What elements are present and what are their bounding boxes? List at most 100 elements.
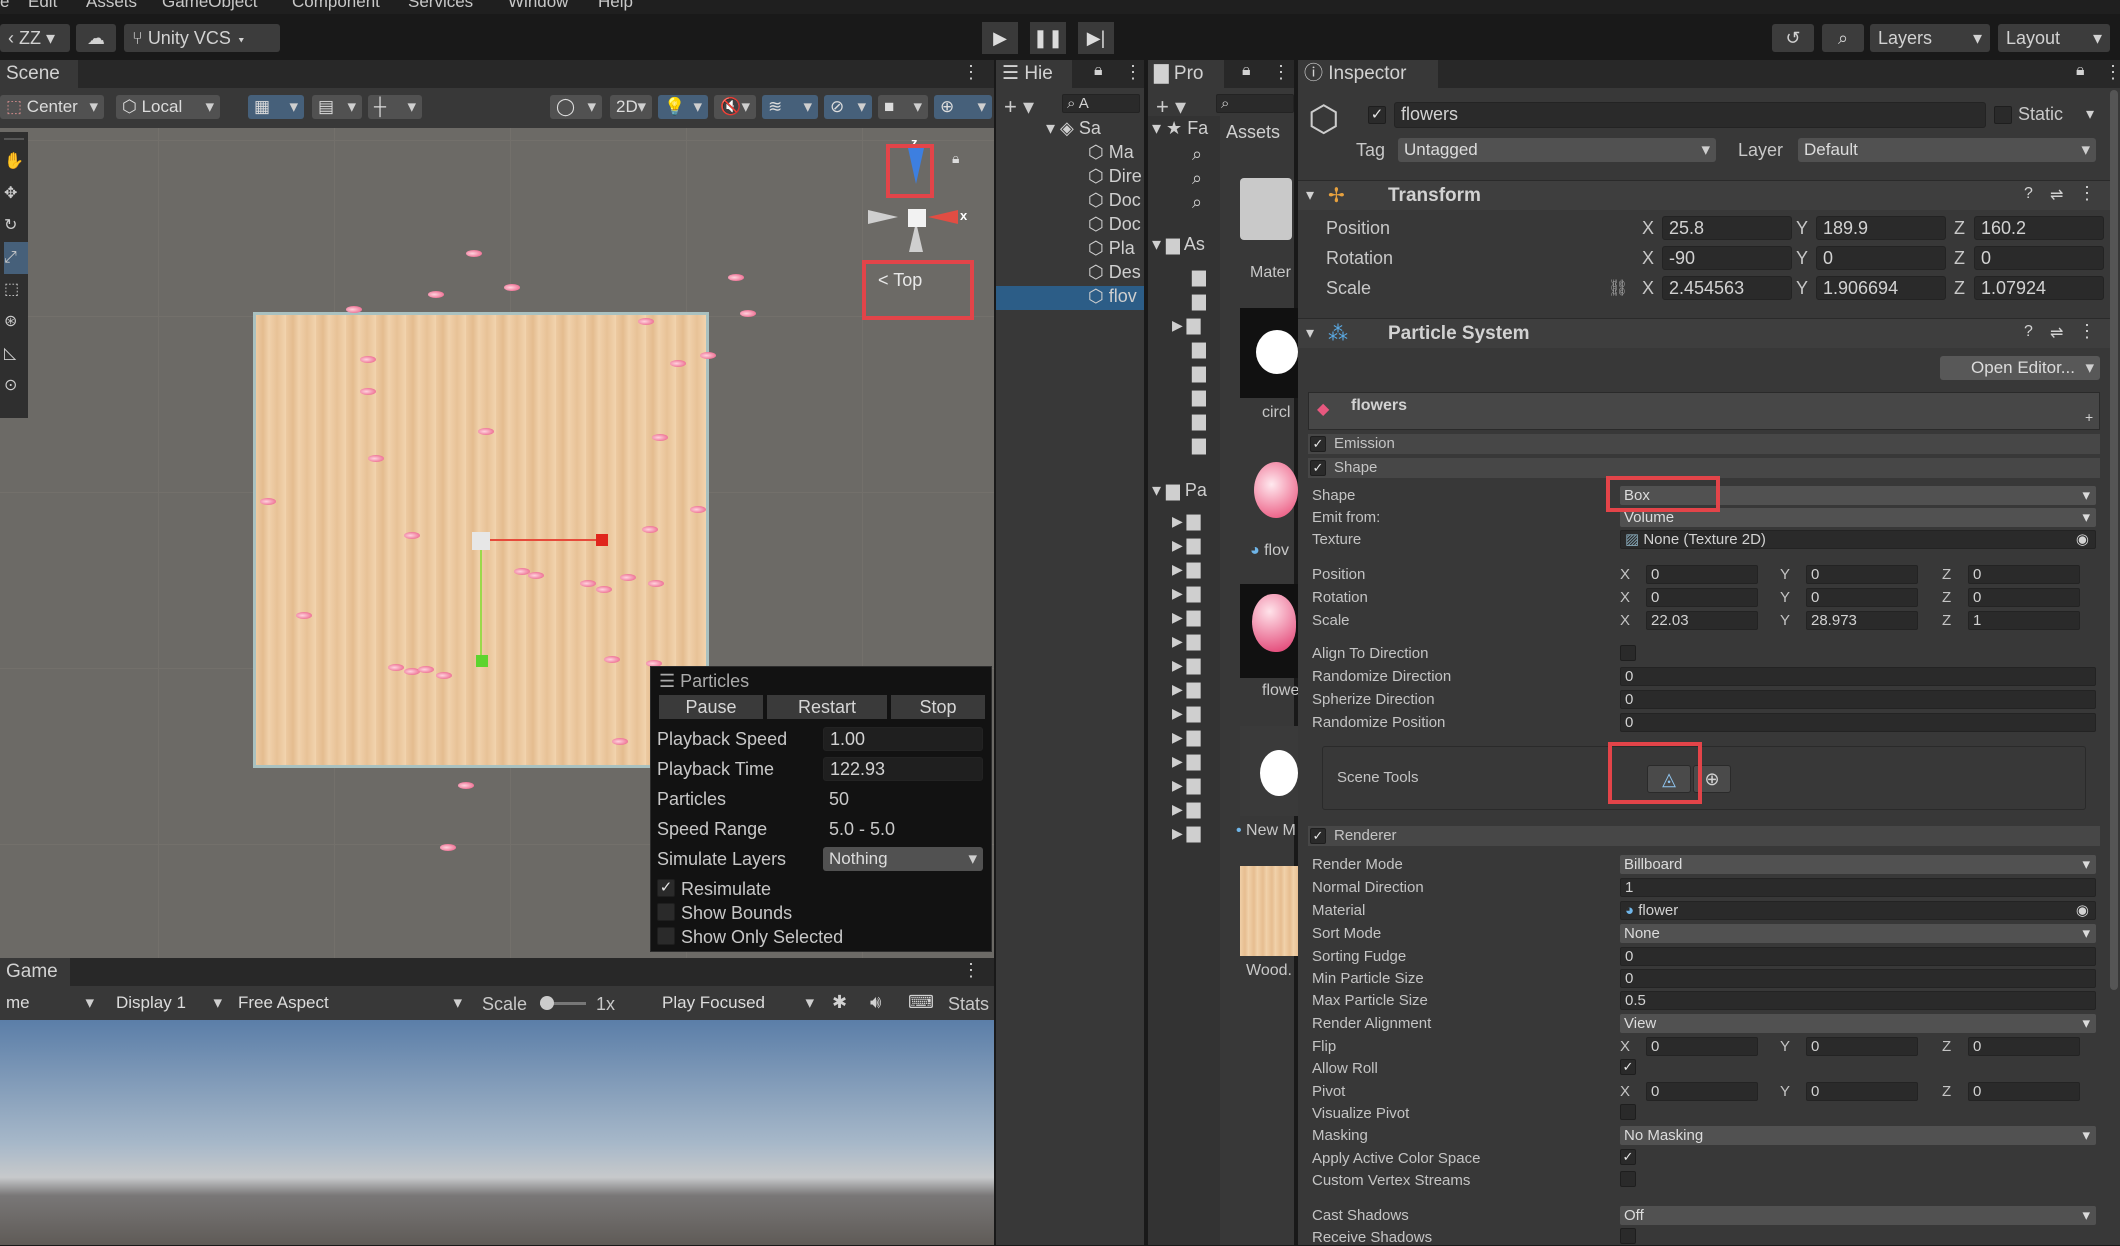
more-icon[interactable]: ⋮ <box>1272 62 1290 83</box>
expand-icon[interactable]: ▾ <box>1306 185 1314 205</box>
tab-inspector[interactable]: ⓘ Inspector <box>1298 60 1438 88</box>
audio-button[interactable]: 🔇 <box>714 95 756 119</box>
camera-dropdown[interactable]: ■ <box>878 95 928 119</box>
ruler-dropdown[interactable]: ┼ <box>368 95 422 119</box>
asset-name[interactable]: flowe <box>1262 682 1299 700</box>
constrain-link-icon[interactable]: ⛓ <box>1608 278 1628 298</box>
axis-x-field[interactable]: 0 <box>1646 1082 1758 1101</box>
wood-texture-thumb[interactable] <box>1240 866 1298 956</box>
gizmo-center-cube[interactable] <box>908 209 926 227</box>
render-mode-dropdown[interactable]: Billboard <box>1620 855 2096 874</box>
expand-icon[interactable]: ▾ <box>1152 480 1166 500</box>
folder-row[interactable]: ▶ ▆ <box>1172 774 1201 795</box>
allow-roll-checkbox[interactable]: ✓ <box>1620 1059 1636 1075</box>
axis-z-field[interactable]: 0 <box>1968 588 2080 607</box>
folder-row[interactable]: ▶ ▆ <box>1172 726 1201 747</box>
renderer-module-header[interactable]: ✓ Renderer <box>1308 826 2100 846</box>
align-direction-checkbox[interactable] <box>1620 645 1636 661</box>
folder-row[interactable]: ▆ <box>1192 386 1206 407</box>
object-name-field[interactable]: flowers <box>1394 102 1986 128</box>
visualize-pivot-checkbox[interactable] <box>1620 1104 1636 1120</box>
expand-icon[interactable]: ▶ <box>1172 317 1187 333</box>
emission-checkbox[interactable]: ✓ <box>1310 436 1326 452</box>
custom-tool-icon[interactable]: ◺ <box>4 338 28 370</box>
object-picker-icon[interactable]: ◉ <box>2076 902 2089 919</box>
x-axis-handle[interactable] <box>482 539 600 541</box>
menu-window[interactable]: Window <box>508 0 568 12</box>
y-axis-cap[interactable] <box>476 655 488 667</box>
more-icon[interactable]: ⋮ <box>1124 62 1142 83</box>
x-axis-cap[interactable] <box>596 534 608 546</box>
axis-z-field[interactable]: 1 <box>1968 611 2080 630</box>
hierarchy-item[interactable]: ⬡ Des <box>1088 262 1141 283</box>
show-only-selected-checkbox[interactable] <box>657 927 675 945</box>
grid-snap-dropdown[interactable]: ▦ <box>248 95 304 119</box>
new-material-thumb[interactable] <box>1240 726 1298 816</box>
folder-row[interactable]: ▶ ▆ <box>1172 798 1201 819</box>
folder-row[interactable]: ▶ ▆ <box>1172 702 1201 723</box>
display-dropdown[interactable]: Display 1 <box>110 991 228 1015</box>
transform-header[interactable]: ▾ ✢ Transform ? ⇌ ⋮ <box>1298 180 2110 210</box>
expand-icon[interactable]: ▶ <box>1172 513 1187 529</box>
gizmos-dropdown[interactable]: ⊕ <box>934 95 992 119</box>
gameobject-icon[interactable]: ⬡ <box>1308 98 1339 140</box>
expand-icon[interactable]: ▾ <box>1152 234 1166 254</box>
effects-dropdown[interactable]: ≋ <box>762 95 818 119</box>
menu-edit[interactable]: Edit <box>28 0 57 12</box>
favorites-row[interactable]: ▾ ★ Fa <box>1152 118 1208 139</box>
hidden-objects-button[interactable]: ⊘ <box>824 95 872 119</box>
center-handle[interactable] <box>472 532 490 550</box>
playback-speed-field[interactable]: 1.00 <box>823 727 983 751</box>
expand-icon[interactable]: ▶ <box>1172 825 1187 841</box>
static-checkbox[interactable] <box>1994 106 2012 124</box>
normal-direction-field[interactable]: 1 <box>1620 878 2096 897</box>
account-dropdown[interactable]: ‹ ZZ ▾ <box>0 24 70 52</box>
system-main-module[interactable]: ◆ flowers + <box>1308 392 2100 430</box>
axis-y-field[interactable]: 0 <box>1816 246 1946 270</box>
expand-icon[interactable]: ▶ <box>1172 753 1187 769</box>
folder-row[interactable]: ▆ <box>1192 266 1206 287</box>
tab-game[interactable]: Game <box>0 958 70 986</box>
pause-button[interactable]: ❚❚ <box>1030 22 1066 54</box>
search-button[interactable]: ⌕ <box>1822 24 1864 52</box>
masking-dropdown[interactable]: No Masking <box>1620 1126 2096 1145</box>
assets-root-row[interactable]: ▾ ▆ As <box>1152 234 1205 255</box>
folder-row[interactable]: ▶ ▆ <box>1172 750 1201 771</box>
axis-x-field[interactable]: 0 <box>1646 588 1758 607</box>
menu-gameobject[interactable]: GameObject <box>162 0 257 12</box>
mode-2d-button[interactable]: 2D <box>610 95 652 119</box>
axis-z-field[interactable]: 0 <box>1968 1082 2080 1101</box>
lock-icon[interactable]: 🔒︎ <box>1242 62 1251 80</box>
snap-increment-dropdown[interactable]: ▤ <box>312 95 362 119</box>
cast-shadows-dropdown[interactable]: Off <box>1620 1206 2096 1225</box>
search-icon[interactable]: ⌕ <box>1192 144 1202 165</box>
more-icon[interactable]: ⋮ <box>2078 321 2096 342</box>
expand-icon[interactable]: ▶ <box>1172 633 1187 649</box>
help-icon[interactable]: ? <box>2024 185 2033 203</box>
menu-component[interactable]: Component <box>292 0 380 12</box>
menu-edit-cut[interactable]: e <box>0 0 9 12</box>
presets-icon[interactable]: ⇌ <box>2050 185 2063 205</box>
drag-handle-icon[interactable]: ☰ <box>659 671 680 691</box>
particles-stop-button[interactable]: Stop <box>891 695 985 719</box>
circle-texture-thumb[interactable] <box>1240 308 1298 398</box>
axis-x-field[interactable]: -90 <box>1662 246 1792 270</box>
neg-x-cone[interactable] <box>868 210 898 224</box>
search-icon[interactable]: ⌕ <box>1192 168 1202 189</box>
receive-shadows-checkbox[interactable] <box>1620 1228 1636 1244</box>
asset-name[interactable]: circl <box>1262 404 1290 422</box>
expand-icon[interactable]: ▶ <box>1172 585 1187 601</box>
resimulate-checkbox[interactable]: ✓ <box>657 879 675 897</box>
axis-y-field[interactable]: 1.906694 <box>1816 276 1946 300</box>
layer-dropdown[interactable]: Default <box>1798 138 2096 162</box>
axis-z-field[interactable]: 0 <box>1968 1037 2080 1056</box>
lock-icon[interactable]: 🔒︎ <box>2076 62 2085 80</box>
axis-z-field[interactable]: 1.07924 <box>1974 276 2104 300</box>
folder-row[interactable]: ▶ ▆ <box>1172 630 1201 651</box>
folder-row[interactable]: ▆ <box>1192 338 1206 359</box>
material-thumb[interactable] <box>1254 462 1298 518</box>
transform-tool-icon[interactable]: ⊛ <box>4 306 28 338</box>
more-icon[interactable]: ⋮ <box>962 62 980 83</box>
shading-dropdown[interactable]: ◯ <box>550 95 602 119</box>
layers-dropdown[interactable]: Layers ▾ <box>1870 24 1990 52</box>
